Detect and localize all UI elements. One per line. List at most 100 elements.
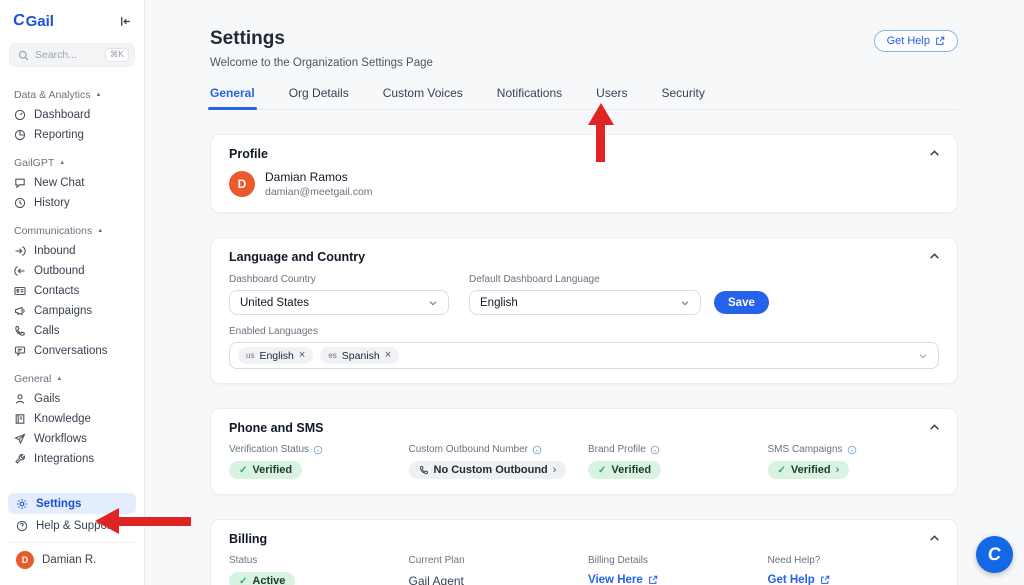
verification-status-badge: ✓ Verified bbox=[229, 461, 302, 479]
billing-card: Billing Status ✓ Active Current Plan bbox=[210, 519, 958, 585]
chevron-right-icon: › bbox=[553, 464, 557, 476]
card-title: Billing bbox=[229, 532, 939, 546]
country-code-flag: es bbox=[328, 351, 336, 360]
info-icon[interactable] bbox=[532, 445, 542, 455]
sidebar-collapse-icon[interactable] bbox=[119, 15, 132, 28]
field-label-text: Custom Outbound Number bbox=[409, 444, 529, 455]
billing-details-field: Billing Details View Here bbox=[588, 555, 760, 585]
billing-grid: Status ✓ Active Current Plan Gail Agent bbox=[229, 555, 939, 585]
remove-chip-icon[interactable]: × bbox=[299, 350, 305, 361]
save-button[interactable]: Save bbox=[714, 291, 769, 314]
external-link-icon bbox=[935, 36, 945, 46]
collapse-caret-icon: ▲ bbox=[56, 376, 62, 382]
dashboard-country-select[interactable]: United States bbox=[229, 290, 449, 315]
avatar: D bbox=[16, 551, 34, 569]
sidebar-item-knowledge[interactable]: Knowledge bbox=[0, 409, 144, 429]
sidebar-item-history[interactable]: History bbox=[0, 193, 144, 213]
remove-chip-icon[interactable]: × bbox=[385, 350, 391, 361]
sidebar-item-inbound[interactable]: Inbound bbox=[0, 241, 144, 261]
current-plan-field: Current Plan Gail Agent bbox=[409, 555, 581, 585]
collapse-chevron-up-icon[interactable] bbox=[928, 421, 941, 434]
tab-custom-voices[interactable]: Custom Voices bbox=[383, 86, 463, 109]
field-label: Need Help? bbox=[768, 555, 940, 566]
select-value: English bbox=[480, 297, 518, 309]
integrations-icon bbox=[14, 453, 26, 465]
card-title: Language and Country bbox=[229, 250, 939, 264]
gail-chat-widget-button[interactable]: C bbox=[976, 536, 1013, 573]
conversations-icon bbox=[14, 345, 26, 357]
info-icon[interactable] bbox=[313, 445, 323, 455]
tab-notifications[interactable]: Notifications bbox=[497, 86, 562, 109]
sidebar-user[interactable]: D Damian R. bbox=[8, 542, 136, 579]
custom-outbound-badge[interactable]: No Custom Outbound › bbox=[409, 461, 567, 479]
sidebar-item-integrations[interactable]: Integrations bbox=[0, 449, 144, 469]
field-label: Verification Status bbox=[229, 444, 401, 455]
sidebar-search[interactable]: ⌘K bbox=[9, 43, 135, 67]
field-label: SMS Campaigns bbox=[768, 444, 940, 455]
collapse-chevron-up-icon[interactable] bbox=[928, 532, 941, 545]
get-help-link[interactable]: Get Help bbox=[768, 574, 830, 585]
phone-sms-card: Phone and SMS Verification Status ✓ Veri… bbox=[210, 408, 958, 495]
sidebar-item-contacts[interactable]: Contacts bbox=[0, 281, 144, 301]
sidebar-item-label: Outbound bbox=[34, 265, 85, 277]
search-input[interactable] bbox=[35, 49, 97, 61]
tab-general[interactable]: General bbox=[210, 86, 255, 109]
section-header-gailgpt[interactable]: GailGPT ▲ bbox=[0, 153, 144, 173]
view-here-link[interactable]: View Here bbox=[588, 574, 658, 585]
sidebar-item-campaigns[interactable]: Campaigns bbox=[0, 301, 144, 321]
info-icon[interactable] bbox=[847, 445, 857, 455]
section-label: Data & Analytics bbox=[14, 89, 90, 101]
badge-label: No Custom Outbound bbox=[434, 464, 548, 476]
tab-org-details[interactable]: Org Details bbox=[289, 86, 349, 109]
sidebar-item-reporting[interactable]: Reporting bbox=[0, 125, 144, 145]
sidebar-item-new-chat[interactable]: New Chat bbox=[0, 173, 144, 193]
enabled-languages-label: Enabled Languages bbox=[229, 326, 939, 337]
section-header-general[interactable]: General ▲ bbox=[0, 369, 144, 389]
sidebar-item-calls[interactable]: Calls bbox=[0, 321, 144, 341]
nav-section-general: General ▲ Gails Knowledge Workflows bbox=[0, 369, 144, 469]
profile-user-email: damian@meetgail.com bbox=[265, 186, 373, 198]
collapse-chevron-up-icon[interactable] bbox=[928, 147, 941, 160]
section-header-communications[interactable]: Communications ▲ bbox=[0, 221, 144, 241]
tab-security[interactable]: Security bbox=[662, 86, 705, 109]
nav-section-gailgpt: GailGPT ▲ New Chat History bbox=[0, 153, 144, 213]
sms-campaigns-badge[interactable]: ✓ Verified › bbox=[768, 461, 850, 479]
enabled-languages-multiselect[interactable]: us English × es Spanish × bbox=[229, 342, 939, 369]
section-label: Communications bbox=[14, 225, 92, 237]
gail-logo-mark-icon: C bbox=[12, 12, 24, 30]
check-icon: ✓ bbox=[239, 465, 247, 476]
page-header: Settings Welcome to the Organization Set… bbox=[210, 28, 958, 69]
contacts-icon bbox=[14, 285, 26, 297]
sidebar-header: C Gail bbox=[0, 0, 144, 30]
calls-icon bbox=[14, 325, 26, 337]
verification-status-field: Verification Status ✓ Verified bbox=[229, 444, 401, 480]
badge-label: Verified bbox=[252, 464, 292, 476]
collapse-chevron-up-icon[interactable] bbox=[928, 250, 941, 263]
need-help-field: Need Help? Get Help bbox=[768, 555, 940, 585]
field-label-text: Status bbox=[229, 555, 257, 566]
sidebar-item-conversations[interactable]: Conversations bbox=[0, 341, 144, 361]
field-label-text: Verification Status bbox=[229, 444, 309, 455]
external-link-icon bbox=[648, 575, 658, 585]
get-help-label: Get Help bbox=[887, 35, 930, 47]
sidebar-item-label: Knowledge bbox=[34, 413, 91, 425]
reporting-icon bbox=[14, 129, 26, 141]
section-header-data-analytics[interactable]: Data & Analytics ▲ bbox=[0, 85, 144, 105]
chevron-down-icon bbox=[428, 298, 438, 308]
gail-logo[interactable]: C Gail bbox=[13, 12, 54, 30]
nav-section-data-analytics: Data & Analytics ▲ Dashboard Reporting bbox=[0, 85, 144, 145]
sidebar-item-dashboard[interactable]: Dashboard bbox=[0, 105, 144, 125]
sidebar-item-workflows[interactable]: Workflows bbox=[0, 429, 144, 449]
field-label: Status bbox=[229, 555, 401, 566]
field-label-text: SMS Campaigns bbox=[768, 444, 843, 455]
user-name: Damian R. bbox=[42, 554, 96, 566]
gail-logo-text: Gail bbox=[26, 13, 54, 30]
phone-icon bbox=[419, 465, 429, 475]
default-language-select[interactable]: English bbox=[469, 290, 701, 315]
billing-status-field: Status ✓ Active bbox=[229, 555, 401, 585]
sidebar-item-gails[interactable]: Gails bbox=[0, 389, 144, 409]
info-icon[interactable] bbox=[650, 445, 660, 455]
get-help-button[interactable]: Get Help bbox=[874, 30, 958, 52]
sidebar-item-outbound[interactable]: Outbound bbox=[0, 261, 144, 281]
sidebar-item-label: New Chat bbox=[34, 177, 85, 189]
